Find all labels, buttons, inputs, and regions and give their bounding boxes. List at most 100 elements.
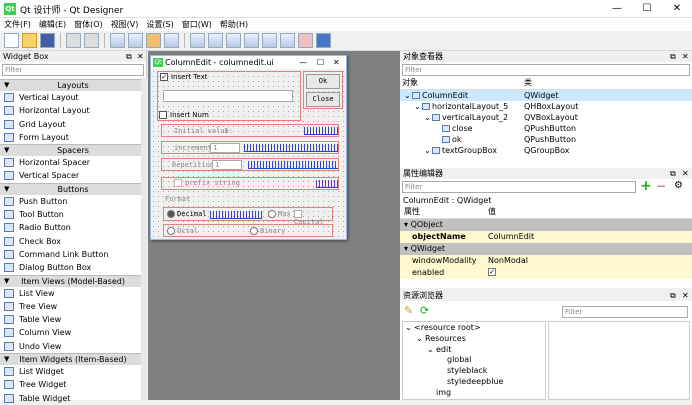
edit-signals-icon[interactable] — [128, 33, 143, 48]
increment-slider[interactable] — [244, 144, 338, 152]
expand-arrow-icon[interactable]: ⌄ — [424, 145, 432, 156]
resource-tree-item[interactable]: ⌄ Resources — [403, 333, 545, 344]
column-header-value[interactable]: 值 — [484, 206, 692, 219]
widget-box-scrollbar[interactable] — [141, 78, 147, 400]
increment-spinbox[interactable]: 1 — [210, 143, 240, 153]
menu-view[interactable]: 视图(V) — [107, 18, 143, 31]
menu-settings[interactable]: 设置(S) — [142, 18, 177, 31]
object-tree-row[interactable]: close QPushButton — [400, 123, 692, 134]
widget-item[interactable]: Form Layout — [0, 131, 146, 144]
property-row[interactable]: windowModality NonModal — [400, 254, 692, 267]
adjust-size-icon[interactable] — [316, 33, 331, 48]
text-input[interactable] — [163, 90, 293, 102]
object-inspector-filter[interactable]: Filter — [402, 64, 690, 76]
save-icon[interactable] — [40, 33, 55, 48]
layout-h-splitter-icon[interactable] — [226, 33, 241, 48]
resource-tree-item[interactable]: img — [403, 387, 545, 398]
initial-slider[interactable] — [304, 127, 338, 135]
resource-tree-item[interactable]: styledeepblue — [403, 376, 545, 387]
layout-form-icon[interactable] — [280, 33, 295, 48]
layout-v-splitter-icon[interactable] — [244, 33, 259, 48]
resource-tree-item[interactable]: styleblack — [403, 365, 545, 376]
layout-vertical-icon[interactable] — [208, 33, 223, 48]
widget-item[interactable]: Tree View — [0, 300, 146, 313]
object-tree-row[interactable]: ⌄ verticalLayout_2 QVBoxLayout — [400, 112, 692, 123]
form-close-button[interactable]: ✕ — [333, 56, 340, 69]
resource-tree-item[interactable]: ⌄ edit — [403, 344, 545, 355]
float-icon[interactable]: ⧉ — [670, 51, 676, 62]
insert-num-checkbox[interactable] — [159, 111, 167, 119]
widget-item[interactable]: Check Box — [0, 235, 146, 248]
widget-item[interactable]: List Widget — [0, 365, 146, 378]
widget-category[interactable]: ▼ Item Widgets (Item-Based) — [0, 353, 146, 366]
break-layout-icon[interactable] — [298, 33, 313, 48]
property-row[interactable]: enabled ✓ — [400, 266, 692, 279]
close-icon[interactable]: ✕ — [137, 51, 144, 62]
initial-value-field[interactable]: 1 — [224, 127, 228, 135]
edit-resources-icon[interactable]: ✎ — [404, 304, 413, 317]
float-icon[interactable]: ⧉ — [126, 51, 132, 62]
property-editor-filter[interactable]: Filter — [402, 181, 636, 193]
decimal-radio[interactable] — [167, 210, 175, 218]
widget-item[interactable]: Table View — [0, 313, 146, 326]
property-group-row[interactable]: ▾ QObject — [400, 218, 692, 231]
resource-tree-item[interactable]: global — [403, 354, 545, 365]
ok-button[interactable]: Ok — [306, 74, 340, 89]
open-folder-icon[interactable] — [22, 33, 37, 48]
octal-radio[interactable] — [167, 227, 175, 235]
paste-icon[interactable] — [84, 33, 99, 48]
widget-item[interactable]: Column View — [0, 326, 146, 339]
menu-form[interactable]: 窗体(O) — [70, 18, 107, 31]
widget-item[interactable]: Undo View — [0, 340, 146, 353]
widget-item[interactable]: List View — [0, 287, 146, 300]
edit-buddies-icon[interactable] — [146, 33, 161, 48]
column-header-property[interactable]: 属性 — [400, 206, 484, 219]
object-tree-row[interactable]: ⌄ ColumnEdit QWidget — [400, 89, 692, 101]
widget-category[interactable]: ▼ Layouts — [0, 79, 146, 91]
add-dynamic-property-icon[interactable]: + — [640, 179, 652, 193]
widget-item[interactable]: Tree Widget — [0, 378, 146, 391]
property-checkbox[interactable]: ✓ — [488, 268, 496, 276]
resource-filter[interactable]: Filter — [562, 306, 688, 318]
maximize-button[interactable]: ☐ — [632, 0, 662, 18]
resource-tree-item[interactable]: ⌄ <resource root> — [403, 322, 545, 333]
minimize-button[interactable]: — — [602, 0, 632, 18]
property-group-row[interactable]: ▾ QWidget — [400, 242, 692, 255]
widget-item[interactable]: Push Button — [0, 195, 146, 208]
widget-item[interactable]: Horizontal Layout — [0, 104, 146, 117]
float-icon[interactable]: ⧉ — [670, 290, 676, 301]
widget-item[interactable]: Vertical Spacer — [0, 169, 146, 182]
close-icon[interactable]: ✕ — [682, 168, 689, 179]
form-minimize-button[interactable]: — — [299, 56, 307, 69]
copy-icon[interactable] — [66, 33, 81, 48]
layout-horizontal-icon[interactable] — [190, 33, 205, 48]
widget-item[interactable]: Tool Button — [0, 208, 146, 221]
expand-arrow-icon[interactable]: ⌄ — [424, 112, 432, 123]
widget-category[interactable]: ▼ Item Views (Model-Based) — [0, 274, 146, 287]
property-value[interactable]: ColumnEdit — [484, 231, 692, 243]
widget-item[interactable]: Dialog Button Box — [0, 261, 146, 274]
layout-grid-icon[interactable] — [262, 33, 277, 48]
remove-property-icon[interactable]: − — [656, 179, 666, 193]
widget-item[interactable]: Radio Button — [0, 221, 146, 234]
config-wrench-icon[interactable]: ⚙ — [674, 179, 683, 193]
form-window[interactable]: Qt ColumnEdit - columnedit.ui — ☐ ✕ ✓ Ins… — [150, 55, 347, 240]
capital-checkbox[interactable] — [294, 210, 302, 218]
widget-category[interactable]: ▼ Spacers — [0, 144, 146, 157]
edit-widgets-icon[interactable] — [110, 33, 125, 48]
widget-item[interactable]: Grid Layout — [0, 118, 146, 131]
form-maximize-button[interactable]: ☐ — [317, 56, 324, 69]
property-row[interactable]: objectName ColumnEdit — [400, 230, 692, 243]
expand-arrow-icon[interactable]: ⌄ — [414, 101, 422, 112]
insert-text-checkbox[interactable]: ✓ — [160, 73, 168, 81]
object-tree-row[interactable]: ⌄ horizontalLayout_5 QHBoxLayout — [400, 101, 692, 112]
column-header-class[interactable]: 类 — [522, 77, 692, 90]
new-file-icon[interactable] — [4, 33, 19, 48]
property-value[interactable]: NonModal — [484, 255, 692, 267]
max-radio[interactable] — [268, 210, 276, 218]
repetitions-slider[interactable] — [248, 161, 338, 169]
widget-item[interactable]: Command Link Button — [0, 248, 146, 261]
menu-file[interactable]: 文件(F) — [0, 18, 35, 31]
reload-icon[interactable]: ⟳ — [420, 304, 429, 317]
expand-arrow-icon[interactable]: ⌄ — [427, 344, 436, 355]
